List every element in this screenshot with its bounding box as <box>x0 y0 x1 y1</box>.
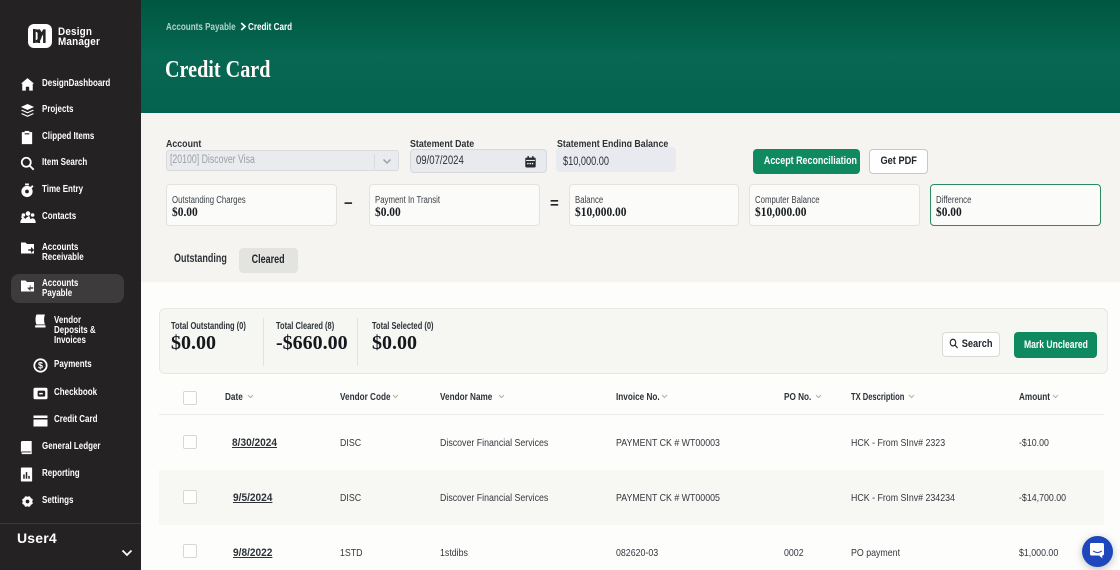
svg-text:$: $ <box>38 361 43 371</box>
